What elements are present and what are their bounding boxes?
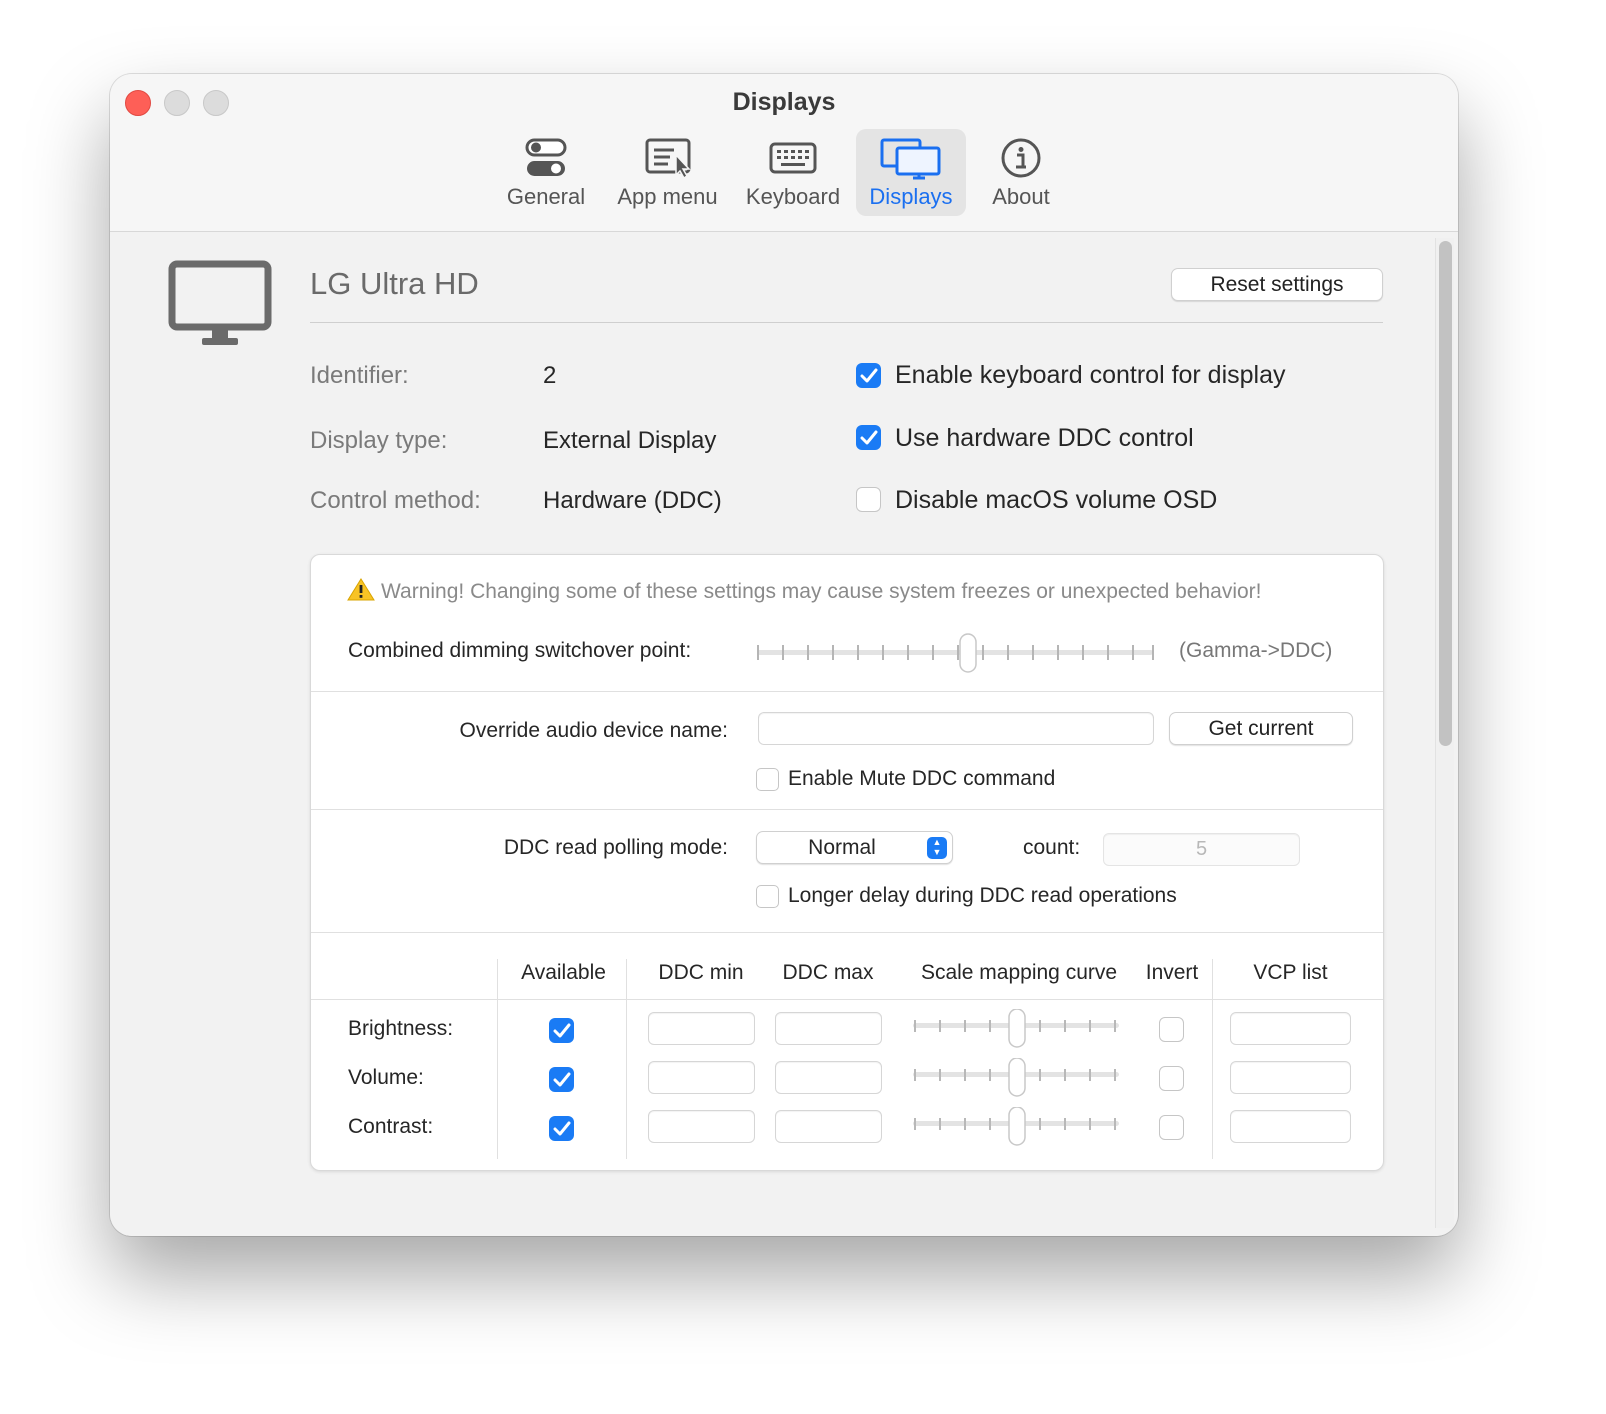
display-type-value: External Display [543,427,717,454]
count-label: count: [1023,836,1081,859]
scale-curve-slider[interactable] [911,1106,1123,1152]
checkmark-icon [860,430,877,444]
header-ddc-max: DDC max [782,961,874,984]
scale-curve-slider[interactable] [911,1008,1123,1054]
ddc-max-input[interactable] [775,1012,882,1045]
identifier-value: 2 [543,362,557,389]
tab-app-menu[interactable]: App menu [610,129,725,216]
column-divider [626,959,627,1159]
separator [311,932,1383,933]
divider [310,322,1383,323]
hardware-ddc-label: Use hardware DDC control [895,424,1194,452]
column-divider [497,959,498,1159]
advanced-settings-panel: Warning! Changing some of these settings… [310,554,1384,1171]
monitor-icon [168,260,272,355]
vcp-list-input[interactable] [1230,1012,1351,1045]
longer-delay-label: Longer delay during DDC read operations [788,884,1177,907]
tab-general[interactable]: General [498,129,594,216]
audio-name-label: Override audio device name: [459,719,728,742]
mute-ddc-label: Enable Mute DDC command [788,767,1056,790]
info-icon [980,137,1062,181]
warning-icon [347,577,375,607]
ddc-min-input[interactable] [648,1061,755,1094]
switchover-label: Combined dimming switchover point: [348,639,692,662]
invert-checkbox[interactable] [1159,1115,1184,1140]
display-type-label: Display type: [310,427,448,454]
app-menu-icon [610,137,725,181]
control-method-label: Control method: [310,487,481,514]
disable-osd-label: Disable macOS volume OSD [895,486,1218,514]
ddc-min-input[interactable] [648,1110,755,1143]
count-input[interactable]: 5 [1103,833,1300,866]
separator [311,691,1383,692]
vcp-list-input[interactable] [1230,1061,1351,1094]
window-title: Displays [732,88,836,116]
display-name: LG Ultra HD [310,266,479,301]
title-bar: Displays General App menu Keyboard Displ… [110,74,1458,232]
toggles-icon [498,137,594,181]
ddc-max-input[interactable] [775,1110,882,1143]
available-checkbox[interactable] [549,1018,574,1043]
scale-curve-slider[interactable] [911,1057,1123,1103]
control-method-value: Hardware (DDC) [543,487,722,514]
available-checkbox[interactable] [549,1116,574,1141]
switchover-suffix: (Gamma->DDC) [1179,639,1333,662]
scrollbar-thumb[interactable] [1439,241,1452,746]
audio-name-input[interactable] [758,712,1154,745]
header-ddc-min: DDC min [658,961,744,984]
longer-delay-checkbox[interactable] [756,885,779,908]
keyboard-control-checkbox[interactable] [856,363,881,388]
get-current-button[interactable]: Get current [1169,712,1353,745]
row-label: Brightness: [348,1017,454,1040]
reset-settings-button[interactable]: Reset settings [1171,268,1383,301]
available-checkbox[interactable] [549,1067,574,1092]
header-scale-curve: Scale mapping curve [920,961,1118,984]
header-invert: Invert [1145,961,1199,984]
row-label: Contrast: [348,1115,434,1138]
identifier-label: Identifier: [310,362,409,389]
tab-keyboard[interactable]: Keyboard [740,129,846,216]
mute-ddc-checkbox[interactable] [756,768,779,791]
switchover-slider[interactable] [755,633,1159,678]
separator [311,999,1383,1000]
checkmark-icon [860,368,877,382]
tab-about[interactable]: About [980,129,1062,216]
keyboard-icon [740,137,846,181]
hardware-ddc-checkbox[interactable] [856,425,881,450]
keyboard-control-label: Enable keyboard control for display [895,361,1286,389]
polling-mode-label: DDC read polling mode: [503,836,728,859]
preferences-window: Displays General App menu Keyboard Displ… [110,74,1458,1236]
column-divider [1212,959,1213,1159]
warning-text: Warning! Changing some of these settings… [347,577,1262,607]
displays-pane: LG Ultra HD Reset settings Identifier: 2… [110,232,1458,1236]
disable-osd-checkbox[interactable] [856,487,881,512]
ddc-max-input[interactable] [775,1061,882,1094]
header-vcp-list: VCP list [1253,961,1328,984]
vcp-list-input[interactable] [1230,1110,1351,1143]
invert-checkbox[interactable] [1159,1017,1184,1042]
header-available: Available [521,961,606,984]
ddc-min-input[interactable] [648,1012,755,1045]
row-label: Volume: [348,1066,424,1089]
separator [311,809,1383,810]
chevron-updown-icon: ▲ ▼ [927,837,947,859]
polling-mode-select[interactable]: Normal ▲ ▼ [756,831,953,864]
tab-displays[interactable]: Displays [856,129,966,216]
displays-icon [856,137,966,181]
scrollbar[interactable] [1435,238,1454,1228]
invert-checkbox[interactable] [1159,1066,1184,1091]
